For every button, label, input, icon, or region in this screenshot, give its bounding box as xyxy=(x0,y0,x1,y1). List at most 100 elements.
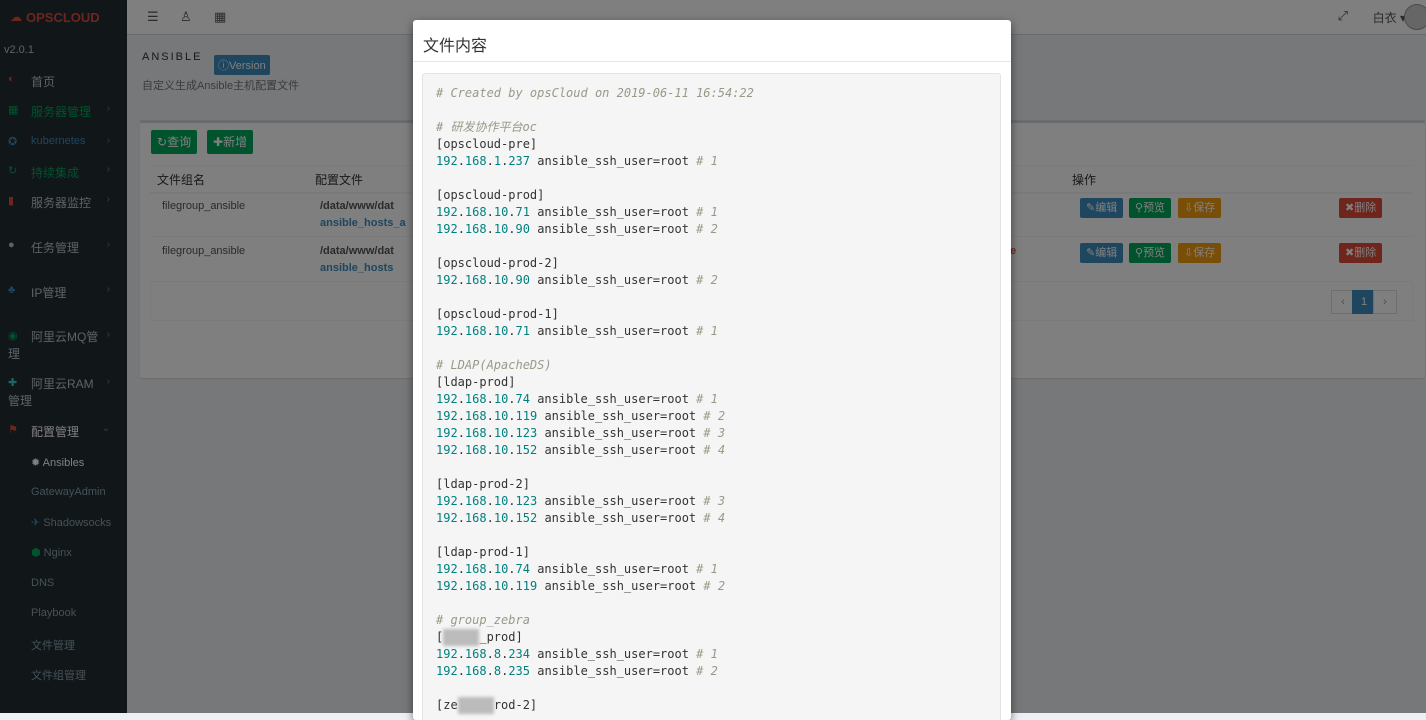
code-line: [opscloud-prod] xyxy=(436,187,754,204)
code-ip-octet: 168 xyxy=(464,494,487,508)
code-comment: # 4 xyxy=(703,511,726,525)
code-ip-octet: 168 xyxy=(464,222,487,236)
code-ip-octet: 192 xyxy=(436,426,458,440)
code-ip-octet: 119 xyxy=(515,409,538,423)
code-line: [ldap-prod-2] xyxy=(436,476,754,493)
code-section: [opscloud-prod-1] xyxy=(436,307,559,321)
file-content-code: # Created by opsCloud on 2019-06-11 16:5… xyxy=(436,85,754,714)
code-line: # LDAP(ApacheDS) xyxy=(436,357,754,374)
code-ip-octet: 10 xyxy=(493,426,509,440)
code-comment: # 2 xyxy=(703,579,726,593)
code-ip-octet: 192 xyxy=(436,324,458,338)
code-ip-octet: 192 xyxy=(436,579,458,593)
code-ip-octet: 192 xyxy=(436,562,458,576)
code-ip-octet: 192 xyxy=(436,664,458,678)
code-ip-octet: 10 xyxy=(493,273,509,287)
code-ip-octet: 192 xyxy=(436,392,458,406)
code-line: [opscloud-prod-1] xyxy=(436,306,754,323)
modal-title: 文件内容 xyxy=(423,38,488,55)
code-line: 192.168.10.123 ansible_ssh_user=root # 3 xyxy=(436,494,726,508)
code-line: [ldap-prod] xyxy=(436,374,754,391)
code-line: # Created by opsCloud on 2019-06-11 16:5… xyxy=(436,85,754,102)
code-comment: # 2 xyxy=(696,273,718,287)
code-line: 192.168.10.74 ansible_ssh_user=root # 1 xyxy=(436,392,718,406)
modal-header-divider xyxy=(413,61,1011,62)
code-ip-octet: 192 xyxy=(436,409,458,423)
code-line: [zebra_prod] xyxy=(436,629,754,646)
code-section: [opscloud-pre] xyxy=(436,137,538,151)
code-ip-octet: 90 xyxy=(515,222,530,236)
code-ip-octet: 74 xyxy=(515,392,530,406)
code-section: [opscloud-prod-2] xyxy=(436,256,559,270)
code-ip-octet: 74 xyxy=(515,562,530,576)
code-comment: # 1 xyxy=(696,154,718,168)
code-line: 192.168.10.119 ansible_ssh_user=root # 2 xyxy=(436,579,726,593)
code-ip-octet: 10 xyxy=(493,494,509,508)
code-comment: # 1 xyxy=(696,205,718,219)
code-line: 192.168.10.123 ansible_ssh_user=root # 3 xyxy=(436,426,726,440)
code-ip-octet: 235 xyxy=(508,664,530,678)
code-ip-octet: 234 xyxy=(508,647,530,661)
code-ip-octet: 168 xyxy=(464,426,487,440)
code-section: [ldap-prod] xyxy=(436,375,516,389)
code-ip-octet: 10 xyxy=(493,562,509,576)
code-section: [ldap-prod-1] xyxy=(436,545,530,559)
code-line: 192.168.10.90 ansible_ssh_user=root # 2 xyxy=(436,222,718,236)
code-ip-octet: 10 xyxy=(493,579,509,593)
code-ip-octet: 10 xyxy=(493,511,509,525)
code-ip-octet: 123 xyxy=(515,426,538,440)
code-host-var: ansible_ssh_user=root xyxy=(537,494,704,508)
code-comment: # 4 xyxy=(703,443,726,457)
code-ip-octet: 192 xyxy=(436,222,458,236)
code-host-var: ansible_ssh_user=root xyxy=(529,324,697,338)
redacted-text: zebra xyxy=(443,629,480,646)
code-ip-octet: 152 xyxy=(515,443,538,457)
code-line: 192.168.10.152 ansible_ssh_user=root # 4 xyxy=(436,443,726,457)
code-ip-octet: 119 xyxy=(515,579,538,593)
code-ip-octet: 168 xyxy=(464,273,487,287)
code-ip-octet: 192 xyxy=(436,511,458,525)
code-line: [zebra_prod-2] xyxy=(436,697,754,714)
code-ip-octet: 168 xyxy=(464,392,487,406)
code-comment: # 2 xyxy=(696,664,718,678)
code-ip-octet: 10 xyxy=(493,324,509,338)
code-host-var: ansible_ssh_user=root xyxy=(530,664,697,678)
code-comment: # group_zebra xyxy=(436,613,530,627)
code-section: [ xyxy=(436,630,444,644)
code-ip-octet: 168 xyxy=(464,647,487,661)
code-host-var: ansible_ssh_user=root xyxy=(529,205,697,219)
code-host-var: ansible_ssh_user=root xyxy=(530,647,697,661)
code-line: 192.168.1.237 ansible_ssh_user=root # 1 xyxy=(436,154,718,168)
code-ip-octet: 168 xyxy=(464,205,487,219)
code-host-var: ansible_ssh_user=root xyxy=(529,222,697,236)
code-line: # group_zebra xyxy=(436,612,754,629)
code-comment: # 3 xyxy=(703,494,726,508)
code-comment: # 1 xyxy=(696,392,718,406)
code-ip-octet: 192 xyxy=(436,494,458,508)
code-line: 192.168.10.71 ansible_ssh_user=root # 1 xyxy=(436,324,718,338)
file-content-modal: 文件内容 # Created by opsCloud on 2019-06-11… xyxy=(413,20,1011,720)
code-ip-octet: 168 xyxy=(464,562,487,576)
code-ip-octet: 168 xyxy=(464,154,487,168)
code-ip-octet: 192 xyxy=(436,273,458,287)
code-ip-octet: 237 xyxy=(508,154,530,168)
file-content-viewer[interactable]: # Created by opsCloud on 2019-06-11 16:5… xyxy=(422,73,1001,720)
code-line: [ldap-prod-1] xyxy=(436,544,754,561)
code-ip-octet: 10 xyxy=(493,409,509,423)
code-host-var: ansible_ssh_user=root xyxy=(537,511,704,525)
code-comment: # 1 xyxy=(696,562,718,576)
code-ip-octet: 123 xyxy=(515,494,538,508)
code-ip-octet: 152 xyxy=(515,511,538,525)
code-line: 192.168.8.235 ansible_ssh_user=root # 2 xyxy=(436,664,718,678)
code-line: 192.168.10.74 ansible_ssh_user=root # 1 xyxy=(436,562,718,576)
code-ip-octet: 192 xyxy=(436,205,458,219)
code-ip-octet: 192 xyxy=(436,154,458,168)
